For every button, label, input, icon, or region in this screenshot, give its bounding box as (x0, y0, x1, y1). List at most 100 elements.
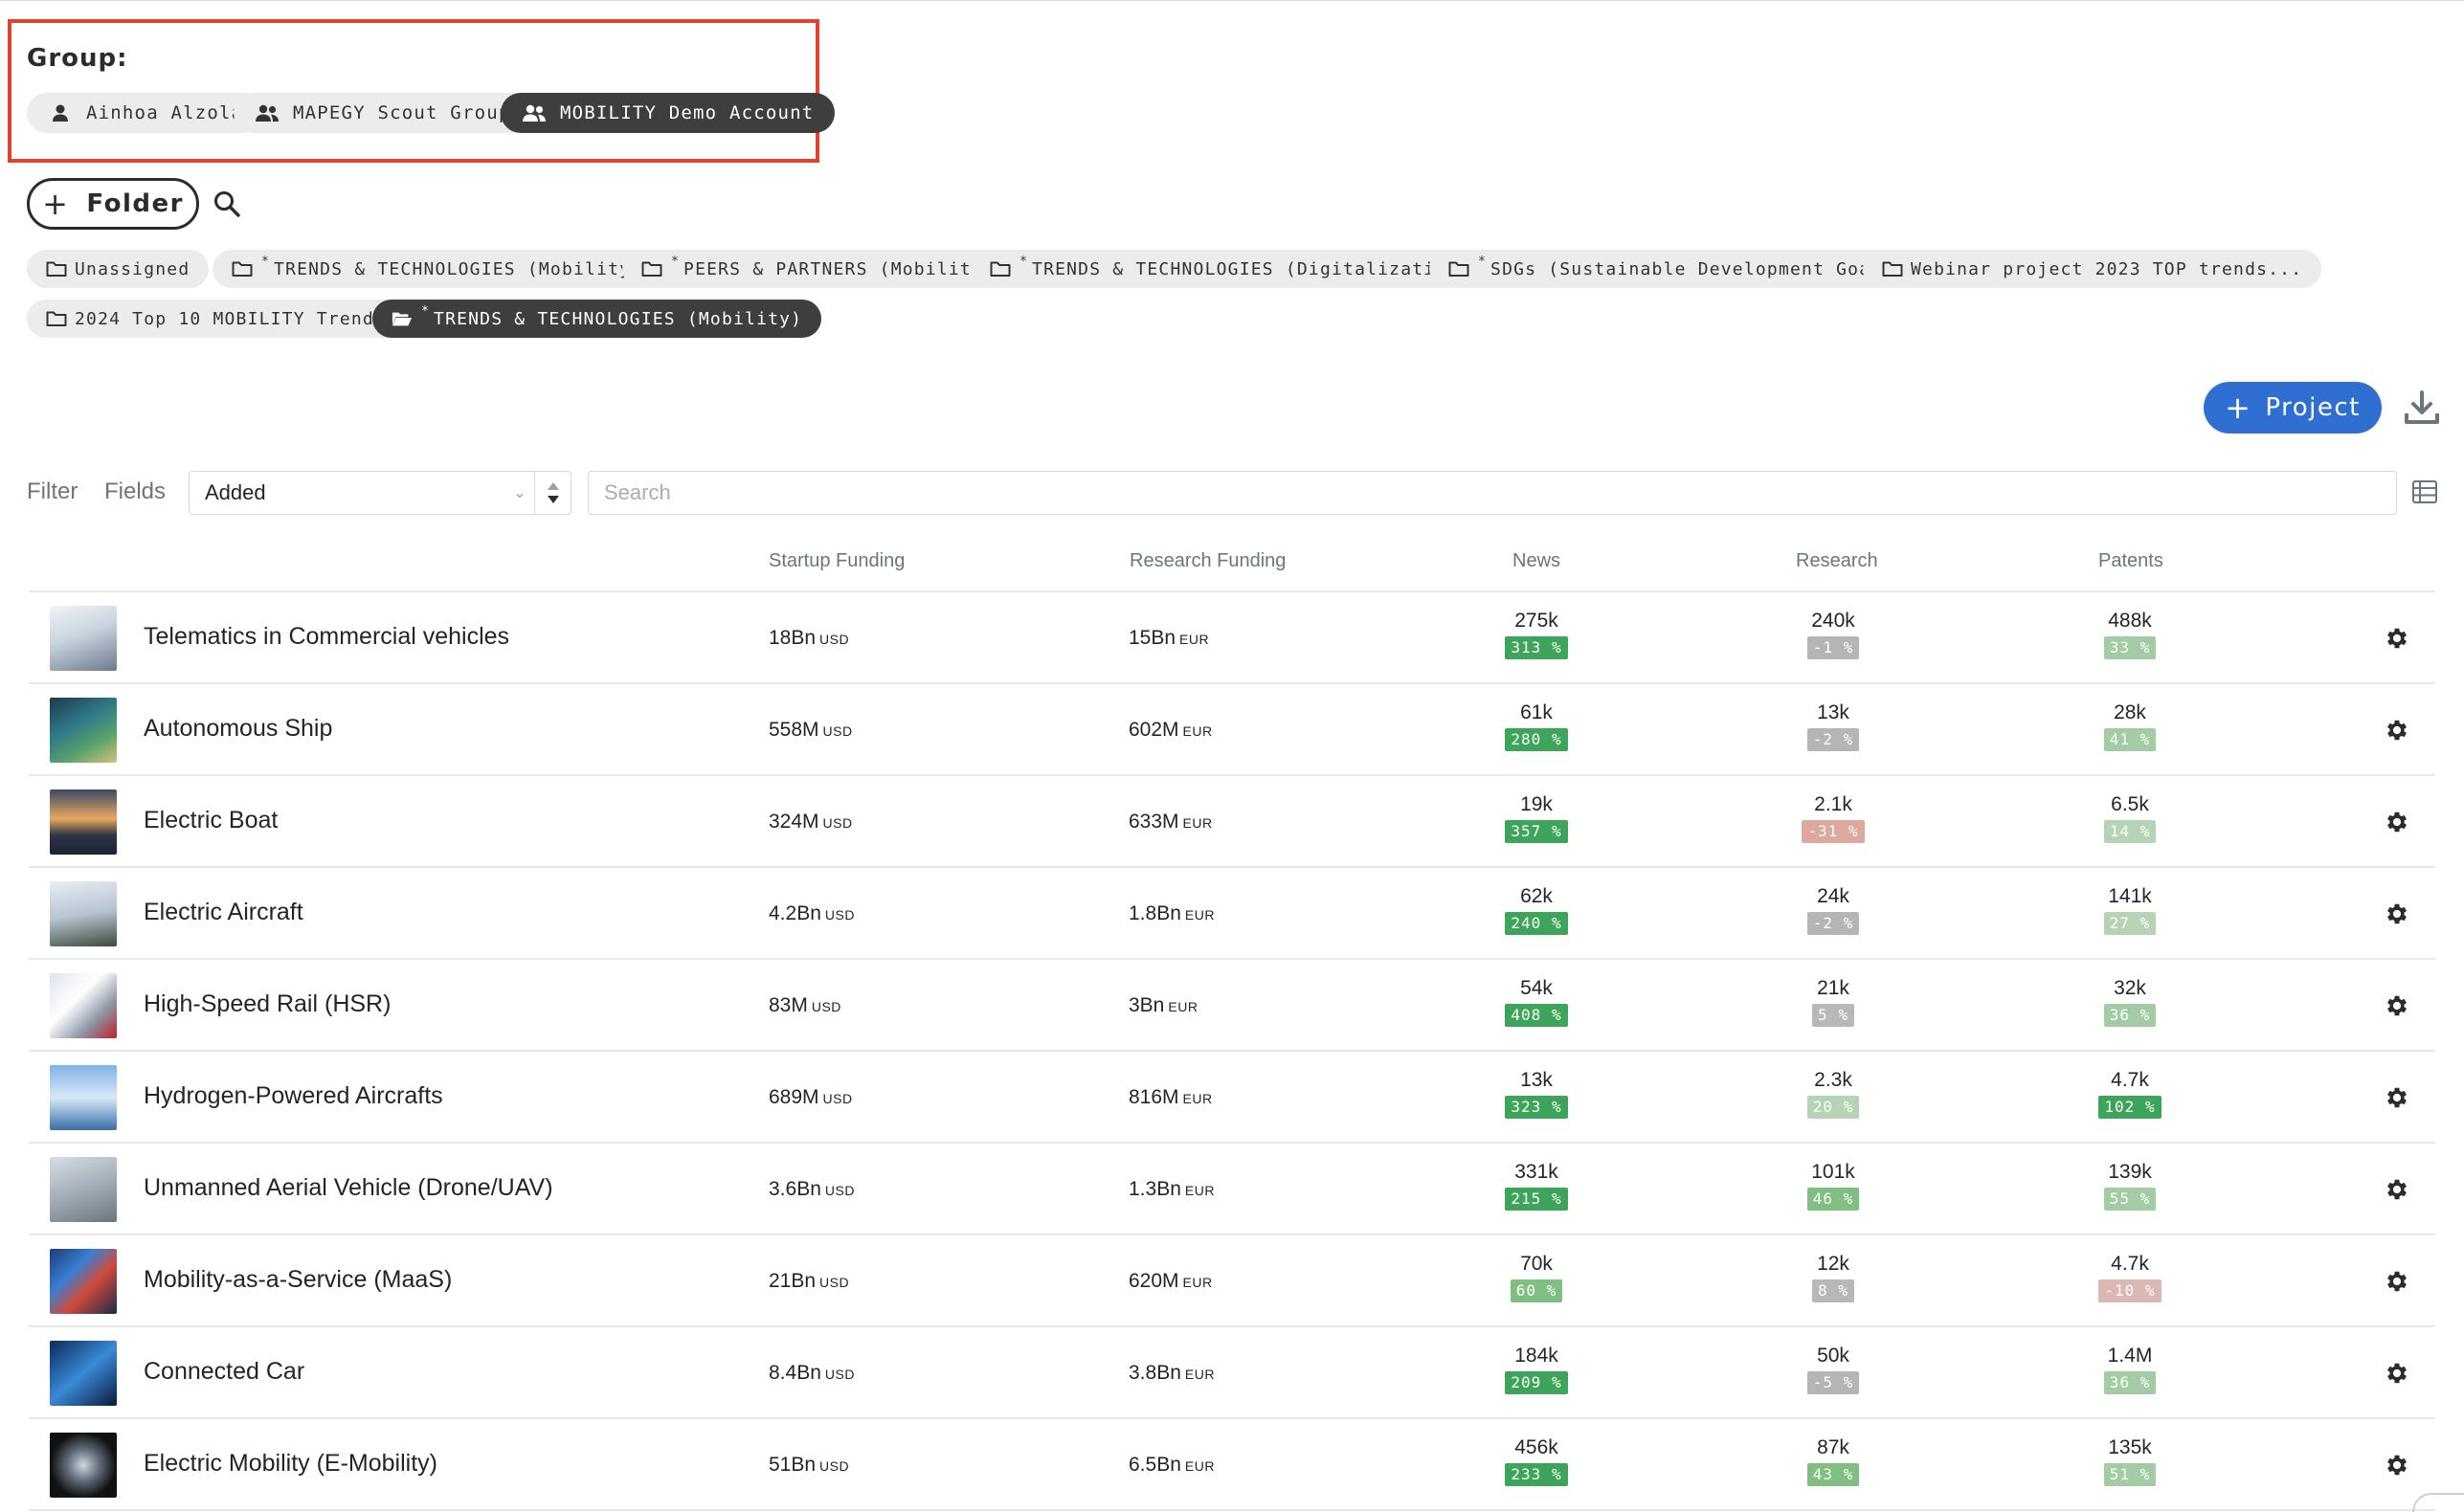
gear-icon[interactable] (2384, 809, 2410, 835)
folder-chip[interactable]: * TRENDS & TECHNOLOGIES (Mobility) (213, 250, 662, 288)
project-thumbnail[interactable] (50, 1065, 117, 1130)
gear-icon[interactable] (2384, 1452, 2410, 1479)
table-row[interactable]: Hydrogen-Powered Aircrafts 689M USD 816M EUR… (29, 1050, 2435, 1142)
table-row[interactable]: Electric Mobility (E-Mobility) 51Bn USD 6.5… (29, 1417, 2435, 1509)
search-icon[interactable] (213, 189, 241, 218)
patents-count: 4.7k (2111, 1069, 2149, 1091)
project-thumbnail[interactable] (50, 606, 117, 671)
project-name[interactable]: Autonomous Ship (144, 715, 332, 743)
folder-chip-label: 2024 Top 10 MOBILITY Trends (75, 308, 386, 329)
folder-chip[interactable]: Webinar project 2023 TOP trends... (1863, 250, 2322, 288)
download-icon[interactable] (2403, 389, 2441, 427)
gear-icon[interactable] (2384, 1176, 2410, 1203)
research-funding-currency: EUR (1168, 999, 1198, 1014)
project-name[interactable]: Electric Aircraft (144, 899, 303, 926)
sort-direction-toggle[interactable] (534, 472, 571, 514)
table-row[interactable]: Electric Boat 324M USD 633M EUR 19k 357 % 2.1k -… (29, 774, 2435, 866)
list-view-icon[interactable] (2412, 480, 2437, 503)
column-header-research[interactable]: Research (1796, 550, 1878, 572)
research-funding-currency: EUR (1182, 723, 1213, 739)
project-name[interactable]: Unmanned Aerial Vehicle (Drone/UAV) (144, 1174, 553, 1202)
news-count: 70k (1520, 1253, 1553, 1275)
project-thumbnail[interactable] (50, 1249, 117, 1314)
project-table: Telematics in Commercial vehicles 18Bn USD… (29, 590, 2435, 1509)
project-name[interactable]: Telematics in Commercial vehicles (144, 623, 509, 651)
fields-link[interactable]: Fields (104, 478, 166, 505)
table-row[interactable]: Electric Aircraft 4.2Bn USD 1.8Bn EUR 62k 240 … (29, 866, 2435, 958)
project-thumbnail[interactable] (50, 973, 117, 1038)
table-row[interactable]: Autonomous Ship 558M USD 602M EUR 61k 280 % 13k… (29, 682, 2435, 774)
research-funding-value: 3.8Bn (1129, 1362, 1181, 1384)
project-name[interactable]: High-Speed Rail (HSR) (144, 990, 391, 1018)
research-funding-value: 15Bn (1129, 627, 1176, 649)
project-thumbnail[interactable] (50, 698, 117, 763)
gear-icon[interactable] (2384, 1268, 2410, 1295)
table-row[interactable]: Mobility-as-a-Service (MaaS) 21Bn USD 620M E… (29, 1234, 2435, 1325)
research-funding-cell: 6.5Bn EUR (1129, 1454, 1215, 1477)
gear-icon[interactable] (2384, 992, 2410, 1019)
add-project-button[interactable]: + Project (2204, 382, 2382, 434)
column-header-research-funding[interactable]: Research Funding (1130, 550, 1286, 572)
group-chip-mobility-demo-account[interactable]: MOBILITY Demo Account (501, 93, 836, 133)
project-name[interactable]: Mobility-as-a-Service (MaaS) (144, 1266, 452, 1294)
gear-icon[interactable] (2384, 1360, 2410, 1387)
patents-count: 6.5k (2111, 793, 2149, 815)
project-thumbnail[interactable] (50, 1157, 117, 1222)
project-name[interactable]: Hydrogen-Powered Aircrafts (144, 1082, 443, 1110)
research-count: 101k (1811, 1161, 1855, 1183)
startup-funding-currency: USD (824, 907, 855, 923)
folder-chip[interactable]: * PEERS & PARTNERS (Mobility) (622, 250, 1015, 288)
filter-link[interactable]: Filter (27, 478, 78, 505)
patents-change-badge: 14 % (2103, 820, 2157, 843)
research-count: 13k (1817, 701, 1849, 723)
patents-change-badge: -10 % (2098, 1279, 2162, 1302)
folder-chip[interactable]: 2024 Top 10 MOBILITY Trends (27, 300, 405, 338)
folder-chip[interactable]: * TRENDS & TECHNOLOGIES (Digitalization) (971, 250, 1490, 288)
folder-chip[interactable]: * SDGs (Sustainable Development Goals) (1429, 250, 1925, 288)
research-funding-value: 620M (1129, 1270, 1179, 1292)
startup-funding-cell: 324M USD (769, 811, 853, 834)
folder-chip-label: TRENDS & TECHNOLOGIES (Mobility) (434, 308, 803, 329)
project-thumbnail[interactable] (50, 881, 117, 946)
gear-icon[interactable] (2384, 717, 2410, 744)
search-input[interactable] (588, 471, 2397, 515)
news-cell: 62k 240 % (1469, 883, 1603, 935)
news-cell: 13k 323 % (1469, 1067, 1603, 1119)
patents-count: 1.4M (2107, 1345, 2153, 1367)
project-name[interactable]: Connected Car (144, 1358, 304, 1386)
news-change-badge: 357 % (1505, 820, 1568, 843)
project-thumbnail[interactable] (50, 1341, 117, 1406)
research-funding-currency: EUR (1184, 907, 1215, 923)
folder-chip[interactable]: * TRENDS & TECHNOLOGIES (Mobility) (372, 300, 822, 338)
group-chip-ainhoa-alzola[interactable]: Ainhoa Alzola (27, 93, 265, 133)
column-header-news[interactable]: News (1512, 550, 1560, 572)
project-thumbnail[interactable] (50, 1433, 117, 1498)
research-funding-value: 6.5Bn (1129, 1454, 1181, 1476)
project-name[interactable]: Electric Boat (144, 807, 278, 834)
column-header-patents[interactable]: Patents (2098, 550, 2163, 572)
group-chip-mapegy-scout-group[interactable]: MAPEGY Scout Group (234, 93, 532, 133)
table-row[interactable]: Connected Car 8.4Bn USD 3.8Bn EUR 184k 209 % 50… (29, 1325, 2435, 1417)
gear-icon[interactable] (2384, 625, 2410, 652)
research-cell: 2.3k 20 % (1766, 1067, 1900, 1119)
add-project-label: Project (2265, 393, 2361, 422)
news-change-badge: 408 % (1505, 1004, 1568, 1027)
table-row[interactable]: High-Speed Rail (HSR) 83M USD 3Bn EUR 54k 408 … (29, 958, 2435, 1050)
project-name[interactable]: Electric Mobility (E-Mobility) (144, 1450, 437, 1478)
add-folder-button[interactable]: + Folder (27, 178, 199, 230)
table-row[interactable]: Telematics in Commercial vehicles 18Bn USD… (29, 590, 2435, 682)
startup-funding-value: 4.2Bn (769, 902, 821, 924)
gear-icon[interactable] (2384, 1084, 2410, 1111)
person-icon (48, 102, 73, 123)
gear-icon[interactable] (2384, 901, 2410, 927)
research-change-badge: -31 % (1802, 820, 1865, 843)
sort-select-value: Added (205, 480, 266, 504)
research-funding-currency: EUR (1179, 632, 1210, 647)
folder-chip[interactable]: Unassigned (27, 250, 210, 288)
sort-select[interactable]: Added ⌄ (189, 471, 571, 515)
column-header-startup-funding[interactable]: Startup Funding (769, 550, 905, 572)
research-funding-cell: 1.3Bn EUR (1129, 1178, 1215, 1201)
project-thumbnail[interactable] (50, 789, 117, 855)
table-row[interactable]: Unmanned Aerial Vehicle (Drone/UAV) 3.6Bn… (29, 1142, 2435, 1234)
patents-count: 32k (2114, 977, 2146, 999)
